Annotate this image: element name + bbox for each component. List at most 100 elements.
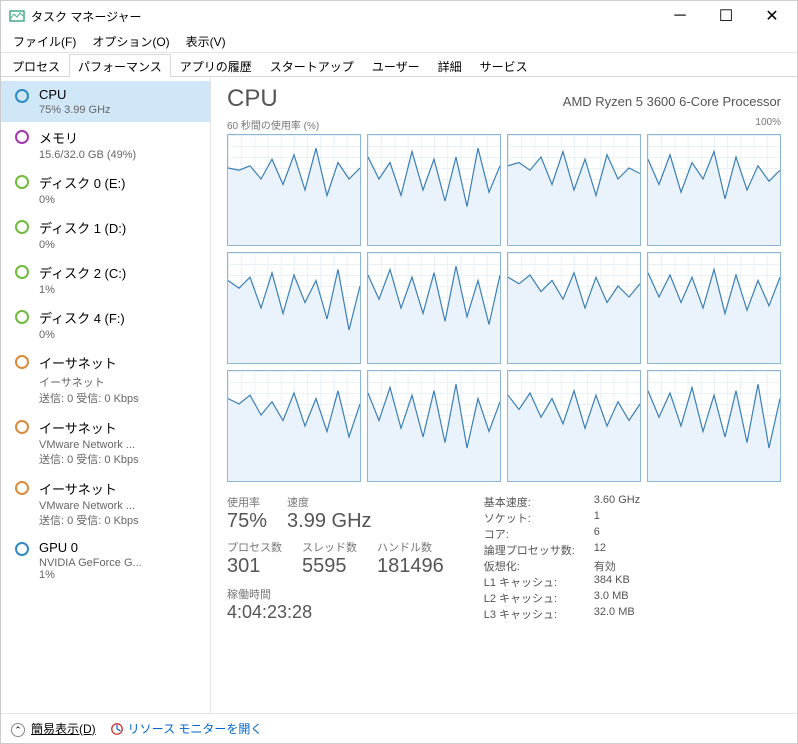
page-title: CPU [227, 85, 278, 113]
stat-label: ハンドル数 [377, 539, 444, 555]
cpu-chart-1[interactable] [367, 134, 501, 246]
sidebar-item-0[interactable]: CPU 75% 3.99 GHz [1, 81, 210, 122]
sidebar-item-name: CPU [39, 87, 202, 102]
sidebar-item-9[interactable]: GPU 0 NVIDIA GeForce G... 1% [1, 534, 210, 587]
cpu-chart-2[interactable] [507, 134, 641, 246]
menu-view[interactable]: 表示(V) [178, 31, 234, 52]
status-ring-icon [15, 265, 29, 279]
stat-label: プロセス数 [227, 539, 282, 555]
cpu-chart-7[interactable] [647, 252, 781, 364]
detail-row: L1 キャッシュ:384 KB [484, 574, 640, 590]
tab-1[interactable]: パフォーマンス [69, 54, 171, 77]
close-button[interactable]: ✕ [749, 1, 795, 31]
app-icon [9, 8, 25, 24]
cpu-chart-0[interactable] [227, 134, 361, 246]
sidebar-item-sub: 15.6/32.0 GB (49%) [39, 149, 202, 161]
status-ring-icon [15, 355, 29, 369]
status-ring-icon [15, 89, 29, 103]
sidebar-item-5[interactable]: ディスク 4 (F:) 0% [1, 302, 210, 347]
main-panel: CPU AMD Ryzen 5 3600 6-Core Processor 60… [211, 77, 797, 713]
status-ring-icon [15, 420, 29, 434]
stat-value: 3.99 GHz [287, 510, 371, 533]
tab-4[interactable]: ユーザー [363, 54, 429, 77]
sidebar-item-sub: 1% [39, 284, 202, 296]
menu-options[interactable]: オプション(O) [84, 31, 177, 52]
cpu-chart-6[interactable] [507, 252, 641, 364]
sidebar-item-sub: イーサネット 送信: 0 受信: 0 Kbps [39, 374, 202, 406]
sidebar-item-sub: VMware Network ... 送信: 0 受信: 0 Kbps [39, 500, 202, 528]
cpu-chart-10[interactable] [507, 370, 641, 482]
tab-6[interactable]: サービス [471, 54, 537, 77]
stat-value: 75% [227, 510, 267, 533]
sidebar-item-name: ディスク 2 (C:) [39, 263, 202, 282]
sidebar-item-name: イーサネット [39, 479, 202, 498]
cpu-charts-grid[interactable] [227, 134, 781, 482]
sidebar-item-6[interactable]: イーサネットイーサネット 送信: 0 受信: 0 Kbps [1, 347, 210, 412]
sidebar-item-sub: NVIDIA GeForce G... 1% [39, 557, 202, 581]
menubar: ファイル(F) オプション(O) 表示(V) [1, 31, 797, 53]
tab-2[interactable]: アプリの履歴 [171, 54, 261, 77]
cpu-chart-11[interactable] [647, 370, 781, 482]
axis-left-label: 60 秒間の使用率 (%) [227, 117, 319, 132]
minimize-button[interactable]: ─ [657, 1, 703, 31]
sidebar-item-name: イーサネット [39, 418, 202, 437]
sidebar-item-sub: VMware Network ... 送信: 0 受信: 0 Kbps [39, 439, 202, 467]
fewer-details-button[interactable]: ⌃簡易表示(D) [11, 720, 96, 738]
axis-right-label: 100% [755, 117, 781, 132]
tab-3[interactable]: スタートアップ [261, 54, 363, 77]
stat-label: スレッド数 [302, 539, 357, 555]
cpu-chart-3[interactable] [647, 134, 781, 246]
detail-row: 論理プロセッサ数:12 [484, 542, 640, 558]
detail-row: L3 キャッシュ:32.0 MB [484, 606, 640, 622]
resmon-icon [110, 722, 124, 736]
sidebar-item-name: イーサネット [39, 353, 202, 372]
sidebar-item-sub: 0% [39, 194, 202, 206]
sidebar-item-3[interactable]: ディスク 1 (D:) 0% [1, 212, 210, 257]
status-ring-icon [15, 542, 29, 556]
sidebar-item-2[interactable]: ディスク 0 (E:) 0% [1, 167, 210, 212]
status-ring-icon [15, 310, 29, 324]
sidebar-item-sub: 0% [39, 329, 202, 341]
chevron-up-icon: ⌃ [11, 723, 25, 737]
cpu-chart-4[interactable] [227, 252, 361, 364]
stat-label: 使用率 [227, 494, 267, 510]
detail-row: コア:6 [484, 526, 640, 542]
window-title: タスク マネージャー [31, 8, 657, 25]
sidebar-item-name: メモリ [39, 128, 202, 147]
detail-row: 基本速度:3.60 GHz [484, 494, 640, 510]
sidebar-item-name: ディスク 0 (E:) [39, 173, 202, 192]
uptime-value: 4:04:23:28 [227, 602, 444, 623]
status-ring-icon [15, 220, 29, 234]
stat-value: 181496 [377, 555, 444, 578]
stat-value: 301 [227, 555, 282, 578]
maximize-button[interactable]: ☐ [703, 1, 749, 31]
status-ring-icon [15, 130, 29, 144]
tab-5[interactable]: 詳細 [429, 54, 471, 77]
stat-label: 速度 [287, 494, 371, 510]
tab-0[interactable]: プロセス [3, 54, 69, 77]
resource-monitor-link[interactable]: リソース モニターを開く [110, 720, 263, 737]
menu-file[interactable]: ファイル(F) [5, 31, 84, 52]
sidebar: CPU 75% 3.99 GHz メモリ 15.6/32.0 GB (49%) ディスク… [1, 77, 211, 713]
detail-row: ソケット:1 [484, 510, 640, 526]
status-ring-icon [15, 481, 29, 495]
status-ring-icon [15, 175, 29, 189]
detail-row: L2 キャッシュ:3.0 MB [484, 590, 640, 606]
sidebar-item-4[interactable]: ディスク 2 (C:) 1% [1, 257, 210, 302]
sidebar-item-name: ディスク 4 (F:) [39, 308, 202, 327]
cpu-chart-5[interactable] [367, 252, 501, 364]
cpu-model: AMD Ryzen 5 3600 6-Core Processor [563, 94, 781, 109]
stat-value: 5595 [302, 555, 357, 578]
tab-strip: プロセスパフォーマンスアプリの履歴スタートアップユーザー詳細サービス [1, 53, 797, 77]
sidebar-item-sub: 0% [39, 239, 202, 251]
cpu-chart-8[interactable] [227, 370, 361, 482]
detail-row: 仮想化:有効 [484, 558, 640, 574]
sidebar-item-8[interactable]: イーサネット VMware Network ... 送信: 0 受信: 0 Kbp… [1, 473, 210, 534]
sidebar-item-name: ディスク 1 (D:) [39, 218, 202, 237]
sidebar-item-7[interactable]: イーサネット VMware Network ... 送信: 0 受信: 0 Kbp… [1, 412, 210, 473]
sidebar-item-sub: 75% 3.99 GHz [39, 104, 202, 116]
cpu-chart-9[interactable] [367, 370, 501, 482]
uptime-label: 稼働時間 [227, 586, 444, 602]
sidebar-item-name: GPU 0 [39, 540, 202, 555]
sidebar-item-1[interactable]: メモリ 15.6/32.0 GB (49%) [1, 122, 210, 167]
